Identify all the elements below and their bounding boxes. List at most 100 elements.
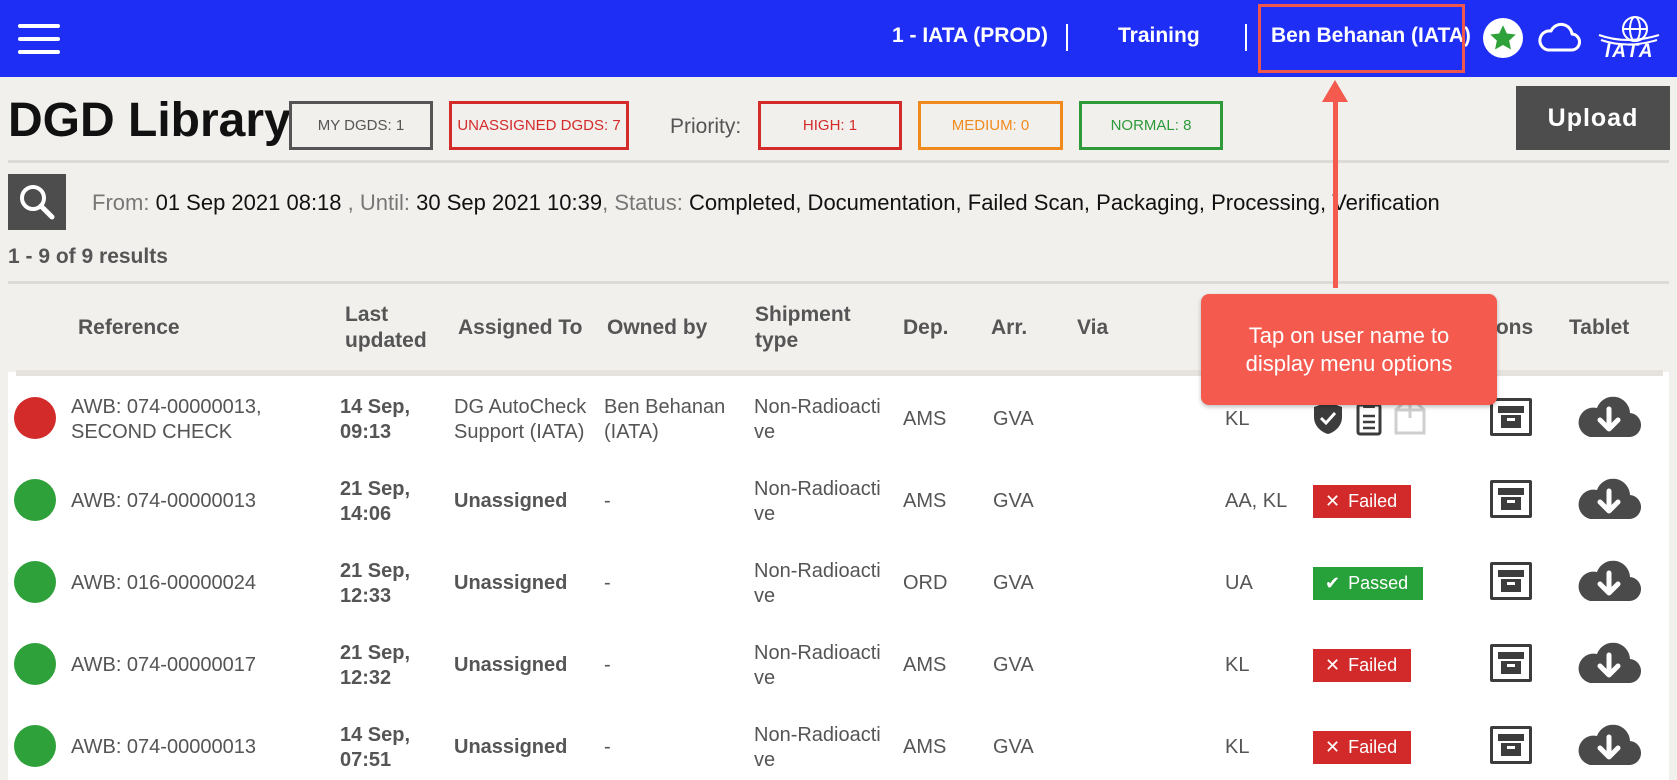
- column-arr[interactable]: Arr.: [991, 315, 1027, 341]
- shield-check-icon: [1314, 402, 1342, 434]
- carrier-cell: KL: [1225, 654, 1250, 676]
- column-owned-by[interactable]: Owned by: [607, 315, 707, 341]
- column-dep[interactable]: Dep.: [903, 315, 949, 341]
- badge-label: Failed: [1348, 655, 1398, 675]
- archive-icon[interactable]: [1490, 398, 1532, 436]
- archive-icon[interactable]: [1490, 562, 1532, 600]
- column-shipment-type[interactable]: Shipment type: [755, 302, 851, 354]
- status-value: Completed, Documentation, Failed Scan, P…: [688, 190, 1440, 215]
- status-label: , Status:: [602, 190, 683, 215]
- tutorial-callout: Tap on user name to display menu options: [1201, 294, 1497, 405]
- reference-cell: AWB: 074-00000013: [71, 736, 256, 758]
- cloud-download-icon[interactable]: [1576, 721, 1642, 769]
- user-highlight-box: [1258, 4, 1465, 73]
- table-row[interactable]: AWB: 074-00000017 21 Sep, 12:32 Unassign…: [8, 624, 1669, 706]
- my-dgds-filter[interactable]: MY DGDS: 1: [289, 101, 433, 150]
- status-dot: [14, 725, 56, 767]
- star-icon[interactable]: [1483, 18, 1523, 58]
- archive-icon[interactable]: [1490, 726, 1532, 764]
- reference-cell: AWB: 016-00000024: [71, 572, 256, 594]
- dep-cell: ORD: [903, 572, 948, 594]
- upload-button[interactable]: Upload: [1516, 86, 1670, 150]
- shipment-line: Non-Radioacti: [754, 724, 881, 746]
- priority-high-filter[interactable]: HIGH: 1: [758, 101, 902, 150]
- date-line: 21 Sep,: [340, 560, 411, 582]
- cloud-icon[interactable]: [1537, 20, 1581, 59]
- mode-label[interactable]: Training: [1118, 24, 1200, 48]
- reference-cell: AWB: 074-00000013, SECOND CHECK: [71, 395, 262, 445]
- shipment-type-cell: Non-Radioacti ve: [754, 641, 881, 691]
- status-dot: [14, 561, 56, 603]
- column-tablet[interactable]: Tablet: [1569, 315, 1629, 341]
- archive-icon[interactable]: [1490, 480, 1532, 518]
- column-via[interactable]: Via: [1077, 315, 1108, 341]
- owned-line: (IATA): [604, 421, 659, 443]
- status-dot: [14, 397, 56, 439]
- cross-icon: ✕: [1325, 737, 1341, 757]
- status-badge-failed: ✕ Failed: [1313, 649, 1411, 682]
- shipment-line: ve: [754, 421, 776, 443]
- page-title: DGD Library: [8, 94, 291, 147]
- menu-icon[interactable]: [18, 24, 60, 54]
- callout-arrow-head: [1322, 80, 1348, 102]
- top-bar: 1 - IATA (PROD) Training Ben Behanan (IA…: [0, 0, 1677, 77]
- cloud-download-icon[interactable]: [1576, 557, 1642, 605]
- org-selector[interactable]: 1 - IATA (PROD): [892, 24, 1048, 48]
- unassigned-dgds-filter[interactable]: UNASSIGNED DGDS: 7: [449, 101, 629, 150]
- table-row[interactable]: AWB: 074-00000013 14 Sep, 07:51 Unassign…: [8, 706, 1669, 780]
- dep-cell: AMS: [903, 654, 947, 676]
- date-line: 14 Sep,: [340, 396, 411, 418]
- cross-icon: ✕: [1325, 491, 1341, 511]
- arr-cell: GVA: [993, 654, 1034, 676]
- column-label: type: [755, 329, 799, 352]
- carrier-cell: KL: [1225, 736, 1250, 758]
- priority-normal-filter[interactable]: NORMAL: 8: [1079, 101, 1223, 150]
- search-button[interactable]: [8, 174, 66, 230]
- clipboard-icon: [1356, 402, 1382, 436]
- status-dot: [14, 479, 56, 521]
- time-line: 07:51: [340, 749, 392, 771]
- shipment-type-cell: Non-Radioacti ve: [754, 723, 881, 773]
- column-assigned-to[interactable]: Assigned To: [458, 315, 582, 341]
- separator: [1066, 24, 1068, 51]
- cloud-download-icon[interactable]: [1576, 475, 1642, 523]
- table-row[interactable]: AWB: 074-00000013 21 Sep, 14:06 Unassign…: [8, 460, 1669, 542]
- cloud-download-icon[interactable]: [1576, 393, 1642, 441]
- callout-line: Tap on user name to: [1248, 322, 1450, 348]
- reference-cell: AWB: 074-00000017: [71, 654, 256, 676]
- table-row[interactable]: AWB: 016-00000024 21 Sep, 12:33 Unassign…: [8, 542, 1669, 624]
- time-line: 09:13: [340, 421, 392, 443]
- divider: [8, 281, 1669, 284]
- assigned-to-cell: Unassigned: [454, 572, 568, 594]
- from-value: 01 Sep 2021 08:18: [155, 190, 342, 215]
- column-last-updated[interactable]: Last updated: [345, 302, 427, 354]
- shipment-line: ve: [754, 749, 776, 771]
- last-updated-cell: 14 Sep, 07:51: [340, 723, 410, 773]
- last-updated-cell: 21 Sep, 14:06: [340, 477, 410, 527]
- time-line: 12:32: [340, 667, 392, 689]
- shipment-type-cell: Non-Radioacti ve: [754, 559, 881, 609]
- carrier-cell: UA: [1225, 572, 1253, 594]
- arr-cell: GVA: [993, 736, 1034, 758]
- priority-label: Priority:: [670, 115, 742, 138]
- date-line: 14 Sep,: [340, 724, 411, 746]
- time-line: 12:33: [340, 585, 392, 607]
- search-icon: [20, 185, 55, 220]
- last-updated-cell: 21 Sep, 12:32: [340, 641, 410, 691]
- results-count: 1 - 9 of 9 results: [8, 245, 168, 268]
- column-reference[interactable]: Reference: [78, 315, 180, 341]
- shipment-line: ve: [754, 667, 776, 689]
- priority-medium-filter[interactable]: MEDIUM: 0: [918, 101, 1063, 150]
- cloud-download-icon[interactable]: [1576, 639, 1642, 687]
- badge-label: Failed: [1348, 491, 1398, 511]
- assigned-line: Support (IATA): [454, 421, 585, 443]
- dep-cell: AMS: [903, 736, 947, 758]
- shipment-line: Non-Radioacti: [754, 396, 881, 418]
- archive-icon[interactable]: [1490, 644, 1532, 682]
- shipment-line: Non-Radioacti: [754, 560, 881, 582]
- owned-by-cell: -: [604, 490, 611, 512]
- assigned-to-cell: Unassigned: [454, 490, 568, 512]
- callout-line: display menu options: [1245, 350, 1453, 376]
- until-value: 30 Sep 2021 10:39: [416, 190, 603, 215]
- shipment-line: Non-Radioacti: [754, 642, 881, 664]
